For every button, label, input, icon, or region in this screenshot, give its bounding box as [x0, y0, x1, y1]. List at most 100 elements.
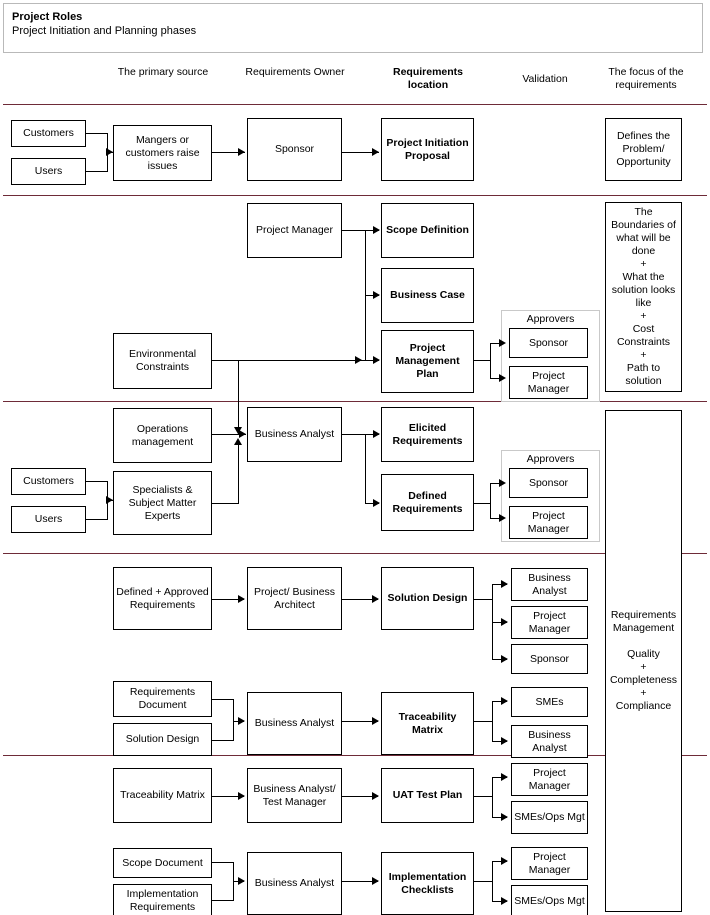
section-divider-5 [3, 755, 707, 756]
arrow-head-icon [239, 430, 246, 438]
arrow-head-icon [499, 374, 506, 382]
group-label-approvers: Approvers [526, 453, 575, 465]
connector-line [490, 483, 491, 518]
column-header-label: The focus of the requirements [608, 66, 684, 91]
box-validation-project-manager-design[interactable]: Project Manager [511, 606, 588, 639]
section-divider-1 [3, 104, 707, 105]
arrow-head-icon [499, 339, 506, 347]
section-divider-3 [3, 401, 707, 402]
box-implementation-requirements[interactable]: Implementation Requirements [113, 884, 212, 915]
arrow-head-icon [373, 430, 380, 438]
connector-line [238, 440, 239, 503]
box-solution-design-source[interactable]: Solution Design [113, 723, 212, 756]
box-project-business-architect[interactable]: Project/ Business Architect [247, 567, 342, 630]
connector-line [342, 230, 366, 231]
box-scope-definition[interactable]: Scope Definition [381, 203, 474, 258]
arrow-head-icon [501, 857, 508, 865]
arrow-head-icon [501, 618, 508, 626]
box-project-management-plan[interactable]: Project Management Plan [381, 330, 474, 393]
box-environmental-constraints[interactable]: Environmental Constraints [113, 333, 212, 389]
box-defined-requirements[interactable]: Defined Requirements [381, 474, 474, 531]
box-business-case[interactable]: Business Case [381, 268, 474, 323]
box-operations-management[interactable]: Operations management [113, 408, 212, 463]
connector-line [86, 481, 108, 482]
column-header-requirements-location: Requirements location [378, 66, 478, 92]
box-business-analyst-test-manager[interactable]: Business Analyst/ Test Manager [247, 768, 342, 823]
connector-line [212, 862, 234, 863]
group-label-approvers: Approvers [526, 313, 575, 325]
arrow-head-icon [501, 813, 508, 821]
box-business-analyst-requirements[interactable]: Business Analyst [247, 407, 342, 462]
box-scope-document[interactable]: Scope Document [113, 848, 212, 878]
box-validation-business-analyst-design[interactable]: Business Analyst [511, 568, 588, 601]
box-traceability-matrix[interactable]: Traceability Matrix [381, 692, 474, 755]
connector-line [212, 360, 368, 361]
box-users-requirements[interactable]: Users [11, 506, 86, 533]
box-implementation-checklists[interactable]: Implementation Checklists [381, 852, 474, 915]
column-header-label: Requirements Owner [245, 66, 345, 78]
box-users-initiation[interactable]: Users [11, 158, 86, 185]
box-validation-sponsor-design[interactable]: Sponsor [511, 644, 588, 674]
box-customers-requirements[interactable]: Customers [11, 468, 86, 495]
box-sponsor-initiation[interactable]: Sponsor [247, 118, 342, 181]
diagram-canvas: Project Roles Project Initiation and Pla… [0, 0, 710, 915]
page-subtitle: Project Initiation and Planning phases [12, 25, 197, 37]
connector-line [365, 434, 366, 503]
arrow-head-icon [238, 792, 245, 800]
arrow-head-icon [501, 737, 508, 745]
box-customers-initiation[interactable]: Customers [11, 120, 86, 147]
box-business-analyst-implementation[interactable]: Business Analyst [247, 852, 342, 915]
box-validation-project-manager-implementation[interactable]: Project Manager [511, 847, 588, 880]
box-approver-sponsor-requirements[interactable]: Sponsor [509, 468, 588, 498]
column-header-label: Validation [522, 73, 568, 85]
connector-line [474, 796, 493, 797]
box-approver-project-manager-planning[interactable]: Project Manager [509, 366, 588, 399]
box-elicited-requirements[interactable]: Elicited Requirements [381, 407, 474, 462]
box-approver-project-manager-requirements[interactable]: Project Manager [509, 506, 588, 539]
arrow-head-icon [372, 717, 379, 725]
connector-line [86, 171, 108, 172]
connector-line [474, 503, 491, 504]
box-focus-boundaries[interactable]: The Boundaries of what will be done + Wh… [605, 202, 682, 392]
arrow-head-icon [373, 499, 380, 507]
connector-line [342, 434, 366, 435]
arrow-head-icon [373, 356, 380, 364]
box-defined-approved-requirements[interactable]: Defined + Approved Requirements [113, 567, 212, 630]
box-requirements-document[interactable]: Requirements Document [113, 681, 212, 717]
connector-line [492, 701, 493, 741]
arrow-head-icon [501, 897, 508, 905]
box-defines-problem-opportunity[interactable]: Defines the Problem/ Opportunity [605, 118, 682, 181]
column-header-label: Requirements location [392, 66, 464, 91]
arrow-head-icon [501, 697, 508, 705]
box-approver-sponsor-planning[interactable]: Sponsor [509, 328, 588, 358]
box-validation-smes-ops-uat[interactable]: SMEs/Ops Mgt [511, 801, 588, 834]
arrow-head-icon [355, 356, 362, 364]
box-project-manager-planning[interactable]: Project Manager [247, 203, 342, 258]
arrow-head-icon [499, 479, 506, 487]
box-solution-design[interactable]: Solution Design [381, 567, 474, 630]
arrow-head-icon [238, 717, 245, 725]
box-uat-test-plan[interactable]: UAT Test Plan [381, 768, 474, 823]
connector-line [490, 343, 491, 378]
box-managers-raise-issues[interactable]: Mangers or customers raise issues [113, 125, 212, 181]
connector-line [212, 699, 234, 700]
box-validation-business-analyst-traceability[interactable]: Business Analyst [511, 725, 588, 758]
connector-line [474, 881, 493, 882]
connector-line [212, 740, 234, 741]
box-business-analyst-traceability[interactable]: Business Analyst [247, 692, 342, 755]
box-specialists-smes[interactable]: Specialists & Subject Matter Experts [113, 471, 212, 535]
connector-line [212, 503, 239, 504]
column-header-focus: The focus of the requirements [598, 66, 694, 92]
arrow-head-icon [372, 877, 379, 885]
title-block: Project Roles Project Initiation and Pla… [3, 3, 703, 53]
box-traceability-matrix-source[interactable]: Traceability Matrix [113, 768, 212, 823]
box-validation-smes-ops-implementation[interactable]: SMEs/Ops Mgt [511, 885, 588, 915]
arrow-head-icon [501, 655, 508, 663]
connector-line [492, 777, 493, 817]
box-requirements-management[interactable]: Requirements Management Quality + Comple… [605, 410, 682, 912]
arrow-head-icon [234, 438, 242, 445]
box-validation-project-manager-uat[interactable]: Project Manager [511, 763, 588, 796]
box-project-initiation-proposal[interactable]: Project Initiation Proposal [381, 118, 474, 181]
box-validation-smes-traceability[interactable]: SMEs [511, 687, 588, 717]
connector-line [474, 599, 493, 600]
